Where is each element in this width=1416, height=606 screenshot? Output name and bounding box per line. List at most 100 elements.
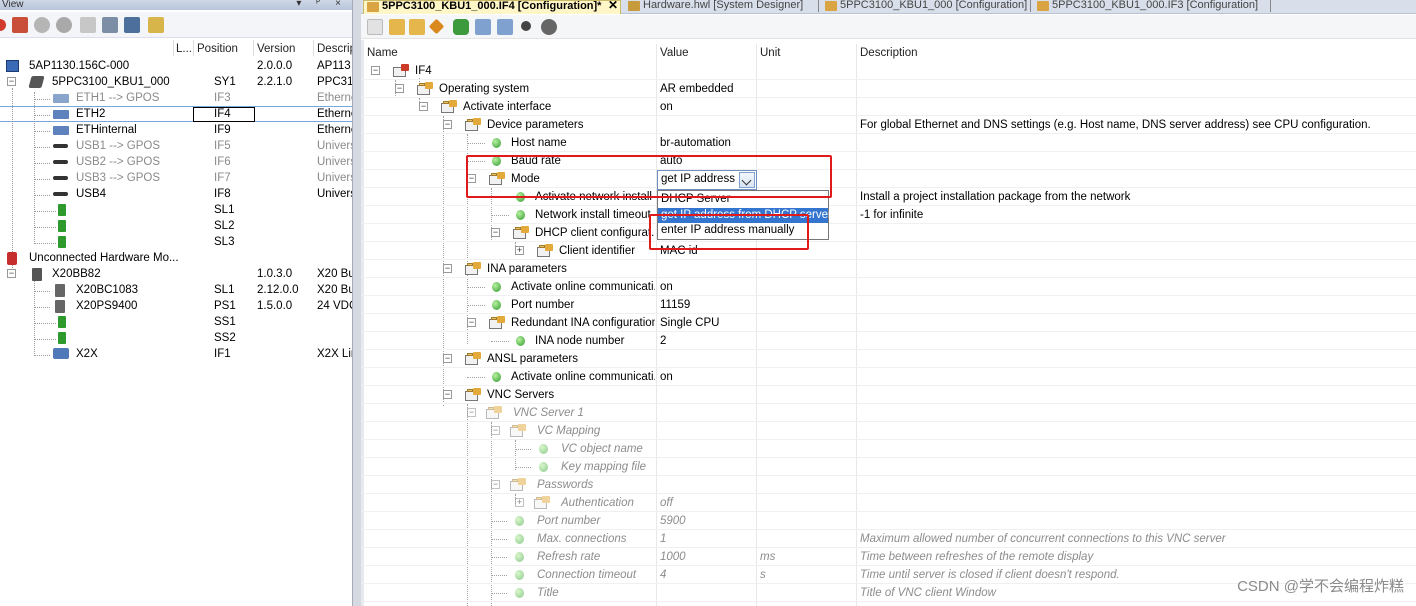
column-header-l[interactable]: L...	[176, 43, 192, 55]
tree-row[interactable]: X2X IF1 X2X Lin	[0, 346, 352, 362]
tree-row-selected[interactable]: ETH2 IF4 Etherne	[0, 106, 352, 122]
grid-row-operating-system[interactable]: − Operating system AR embedded	[361, 80, 1416, 98]
grid-row-ina-port-number[interactable]: Port number 11159	[361, 296, 1416, 314]
grid-row-redundant-ina-configuration[interactable]: − Redundant INA configuration Single CPU	[361, 314, 1416, 332]
toolbar-settings-icon[interactable]	[541, 19, 557, 35]
tree-row[interactable]: ETH1 --> GPOS IF3 Etherne	[0, 90, 352, 106]
collapse-icon[interactable]: −	[443, 354, 452, 363]
column-header-name[interactable]: Name	[367, 47, 398, 59]
tree-row[interactable]: X20BC1083 SL1 2.12.0.0 X20 Bu	[0, 282, 352, 298]
tree-row[interactable]: SL2	[0, 218, 352, 234]
tab-kbu1-configuration[interactable]: 5PPC3100_KBU1_000 [Configuration]	[822, 0, 1032, 14]
tree-row[interactable]: USB3 --> GPOS IF7 Univers	[0, 170, 352, 186]
tree-row[interactable]: − 5PPC3100_KBU1_000 SY1 2.2.1.0 PPC31	[0, 74, 352, 90]
collapse-icon[interactable]: −	[443, 390, 452, 399]
collapse-icon[interactable]: −	[395, 84, 404, 93]
tree-row[interactable]: USB2 --> GPOS IF6 Univers	[0, 154, 352, 170]
collapse-icon[interactable]: −	[491, 228, 500, 237]
param-value[interactable]: 1	[660, 530, 755, 548]
toolbar-folder-icon[interactable]	[389, 19, 405, 35]
param-value[interactable]: on	[660, 368, 755, 386]
tab-hardware-system-designer[interactable]: Hardware.hwl [System Designer]	[625, 0, 820, 14]
tree-row[interactable]: SS2	[0, 330, 352, 346]
column-header-position[interactable]: Position	[197, 43, 238, 55]
param-value[interactable]: 11159	[660, 296, 755, 314]
param-value[interactable]: AR embedded	[660, 80, 755, 98]
grid-row-vnc-port-number[interactable]: Port number 5900	[361, 512, 1416, 530]
grid-row-activate-interface[interactable]: − Activate interface on	[361, 98, 1416, 116]
tab-if3-configuration[interactable]: 5PPC3100_KBU1_000.IF3 [Configuration]	[1034, 0, 1274, 14]
expand-icon[interactable]: +	[515, 246, 524, 255]
grid-row-host-name[interactable]: Host name br-automation	[361, 134, 1416, 152]
toolbar-link-icon[interactable]	[453, 19, 469, 35]
toolbar-sort-up-icon[interactable]	[497, 19, 513, 35]
grid-row-device-parameters[interactable]: − Device parameters For global Ethernet …	[361, 116, 1416, 134]
collapse-icon[interactable]: −	[467, 318, 476, 327]
grid-row-ina-node-number[interactable]: INA node number 2	[361, 332, 1416, 350]
grid-row-vnc-servers[interactable]: − VNC Servers	[361, 386, 1416, 404]
toolbar-properties-icon[interactable]	[367, 19, 383, 35]
column-header-description[interactable]: Description	[860, 47, 918, 59]
toolbar-diamond-icon[interactable]	[428, 18, 445, 35]
column-header-value[interactable]: Value	[660, 47, 689, 59]
collapse-icon[interactable]: −	[491, 426, 500, 435]
param-value[interactable]: Single CPU	[660, 314, 755, 332]
param-value[interactable]: on	[660, 278, 755, 296]
grid-row-passwords[interactable]: − Passwords	[361, 476, 1416, 494]
column-header-version[interactable]: Version	[257, 43, 295, 55]
collapse-icon[interactable]: −	[443, 120, 452, 129]
collapse-icon[interactable]: −	[419, 102, 428, 111]
grid-row-ina-activate-online-communication[interactable]: Activate online communicati... on	[361, 278, 1416, 296]
toolbar-wrench-icon[interactable]	[102, 17, 118, 33]
collapse-icon[interactable]: −	[491, 480, 500, 489]
grid-row-if4[interactable]: − IF4	[361, 62, 1416, 80]
tree-row[interactable]: SL3	[0, 234, 352, 250]
tree-row[interactable]: ETHinternal IF9 Etherne	[0, 122, 352, 138]
tree-row[interactable]: USB4 IF8 Univers	[0, 186, 352, 202]
panel-pin-icon[interactable]: ▾ ᴾ ×	[296, 0, 347, 9]
toolbar-add-icon[interactable]	[409, 19, 425, 35]
column-header-unit[interactable]: Unit	[760, 47, 780, 59]
tree-row[interactable]: Unconnected Hardware Mo...	[0, 250, 352, 266]
grid-row-key-mapping-file[interactable]: Key mapping file	[361, 458, 1416, 476]
param-value[interactable]: on	[660, 98, 755, 116]
grid-row-client-identifier[interactable]: + Client identifier MAC id	[361, 242, 1416, 260]
tree-row[interactable]: SL1	[0, 202, 352, 218]
tree-row[interactable]: − X20BB82 1.0.3.0 X20 Bu	[0, 266, 352, 282]
pane-splitter[interactable]	[353, 0, 361, 606]
param-value[interactable]: 2	[660, 332, 755, 350]
param-value[interactable]: 5900	[660, 512, 755, 530]
tree-row[interactable]: 5AP1130.156C-000 2.0.0.0 AP113	[0, 58, 352, 74]
toolbar-stop-icon[interactable]	[0, 19, 6, 31]
collapse-icon[interactable]: −	[467, 408, 476, 417]
param-value[interactable]: 1000	[660, 548, 755, 566]
collapse-icon[interactable]: −	[371, 66, 380, 75]
grid-row-dhcp-client-configuration[interactable]: − DHCP client configurat...	[361, 224, 1416, 242]
toolbar-gear-icon[interactable]	[56, 17, 72, 33]
param-value[interactable]: br-automation	[660, 134, 755, 152]
grid-row-vnc-server-1[interactable]: − VNC Server 1	[361, 404, 1416, 422]
param-value[interactable]: 4	[660, 566, 755, 584]
toolbar-settings-icon[interactable]	[34, 17, 50, 33]
toolbar-sort-down-icon[interactable]	[475, 19, 491, 35]
grid-row-max-connections[interactable]: Max. connections 1 Maximum allowed numbe…	[361, 530, 1416, 548]
toolbar-network-icon[interactable]	[124, 17, 140, 33]
toolbar-module-icon[interactable]	[12, 17, 28, 33]
collapse-icon[interactable]: −	[7, 77, 16, 86]
toolbar-pencil-icon[interactable]	[148, 17, 164, 33]
grid-row-ina-parameters[interactable]: − INA parameters	[361, 260, 1416, 278]
grid-row-ansl-parameters[interactable]: − ANSL parameters	[361, 350, 1416, 368]
toolbar-record-icon[interactable]	[521, 21, 531, 31]
grid-row-authentication[interactable]: + Authentication off	[361, 494, 1416, 512]
tab-if4-configuration[interactable]: 5PPC3100_KBU1_000.IF4 [Configuration]* ✕	[363, 0, 621, 14]
column-header-description[interactable]: Descrip	[317, 43, 352, 55]
collapse-icon[interactable]: −	[443, 264, 452, 273]
tree-row[interactable]: USB1 --> GPOS IF5 Univers	[0, 138, 352, 154]
grid-row-vc-object-name[interactable]: VC object name	[361, 440, 1416, 458]
toolbar-document-icon[interactable]	[80, 17, 96, 33]
collapse-icon[interactable]: −	[7, 269, 16, 278]
close-tab-icon[interactable]: ✕	[608, 0, 618, 11]
tree-row[interactable]: X20PS9400 PS1 1.5.0.0 24 VDC	[0, 298, 352, 314]
param-value[interactable]: off	[660, 494, 755, 512]
grid-row-ansl-activate-online-communication[interactable]: Activate online communicati... on	[361, 368, 1416, 386]
